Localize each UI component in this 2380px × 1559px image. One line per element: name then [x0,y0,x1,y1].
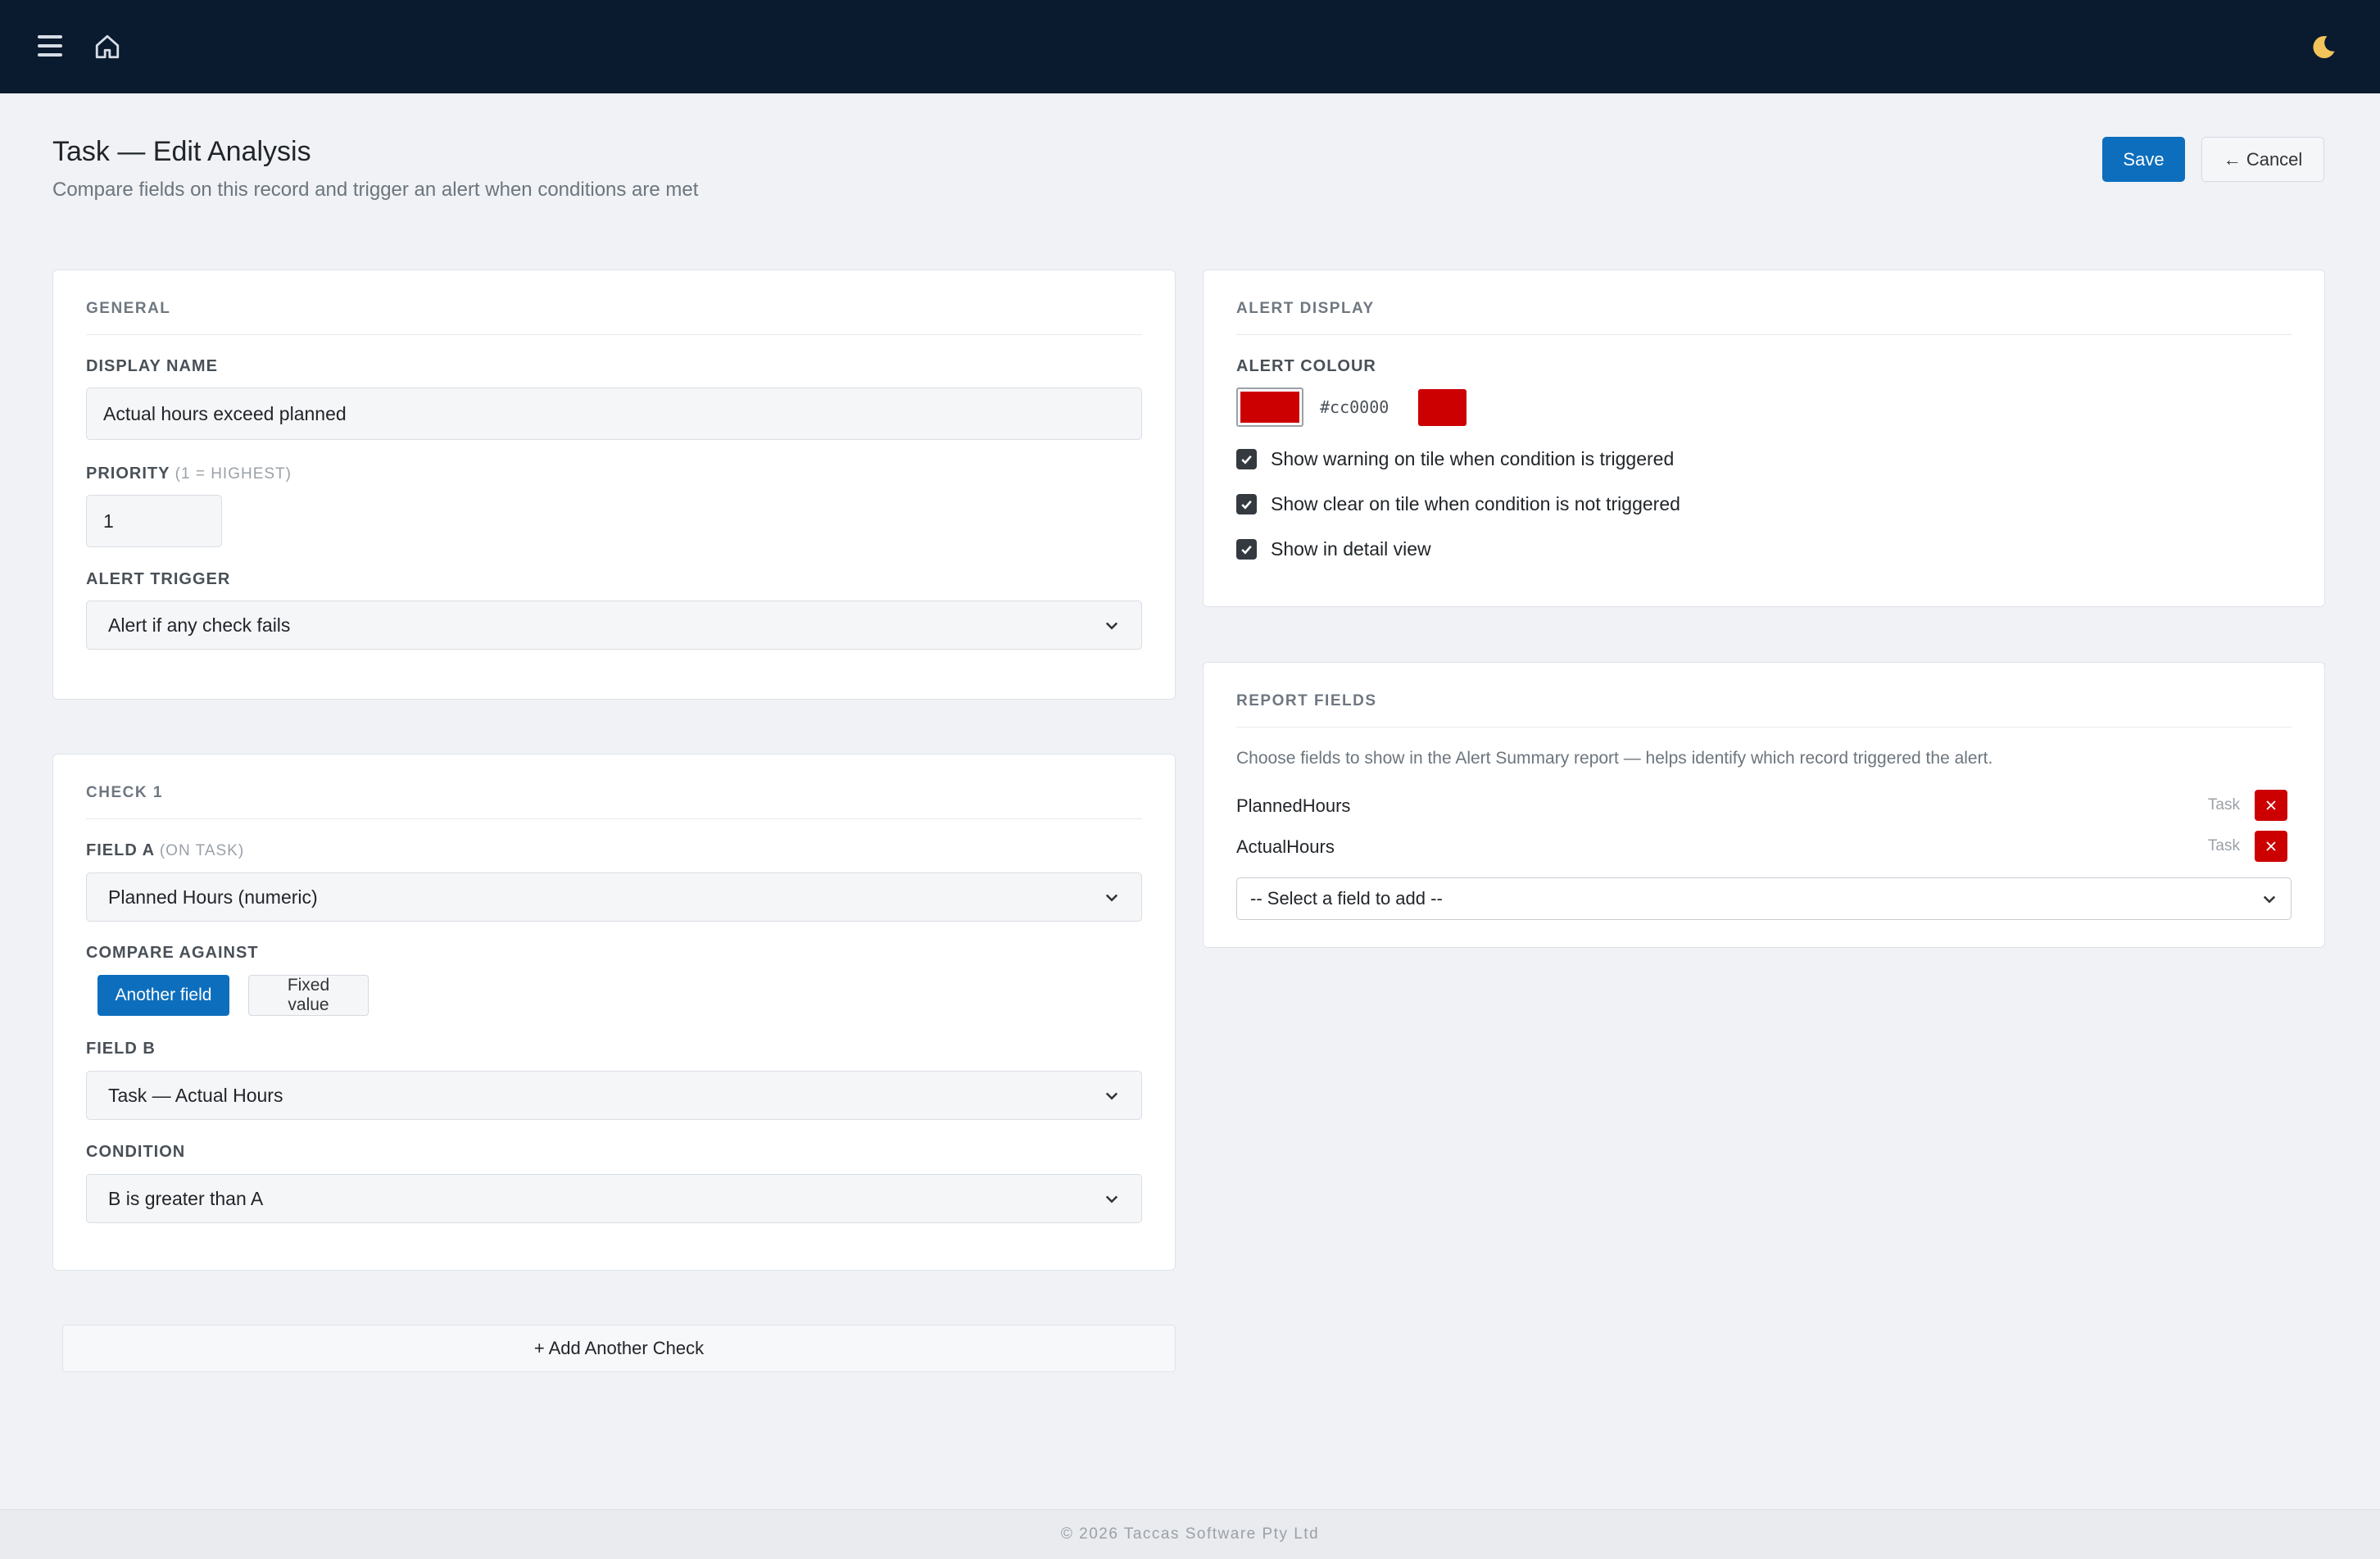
show-warning-label: Show warning on tile when condition is t… [1271,448,1675,469]
priority-input[interactable] [86,495,222,547]
close-icon [2266,800,2276,810]
cancel-button[interactable]: ← Cancel [2201,137,2324,182]
compare-another-field-button[interactable]: Another field [97,975,229,1016]
report-field-name: PlannedHours [1236,795,1351,816]
close-icon [2266,841,2276,851]
field-b-label: FIELD B [86,1040,156,1058]
priority-label: PRIORITY (1 = HIGHEST) [86,465,292,483]
hamburger-menu-icon[interactable] [36,32,64,60]
show-detail-label: Show in detail view [1271,538,1431,560]
report-fields-card: REPORT FIELDS Choose fields to show in t… [1203,662,2325,948]
alert-trigger-value: Alert if any check fails [108,614,291,636]
display-name-label: DISPLAY NAME [86,357,218,376]
moon-icon[interactable] [2309,33,2338,62]
report-field-row: ActualHours Task [1236,830,2287,863]
home-icon[interactable] [93,33,121,61]
show-warning-checkbox[interactable]: Show warning on tile when condition is t… [1236,448,1674,470]
compare-against-label: COMPARE AGAINST [86,944,259,963]
display-name-label-text: DISPLAY NAME [86,357,218,375]
remove-field-button[interactable] [2255,790,2287,821]
page-title: Task — Edit Analysis [52,136,311,167]
alert-trigger-select[interactable]: Alert if any check fails [86,600,1142,650]
top-navbar [0,0,2380,93]
check-1-card: CHECK 1 FIELD A (ON TASK) Planned Hours … [52,754,1176,1271]
field-a-label: FIELD A (ON TASK) [86,841,244,860]
condition-value: B is greater than A [108,1187,264,1209]
report-field-name: ActualHours [1236,836,1335,857]
report-field-row: PlannedHours Task [1236,789,2287,822]
priority-label-text: PRIORITY [86,465,170,483]
alert-colour-label-text: ALERT COLOUR [1236,357,1376,375]
checkbox-checked-icon[interactable] [1236,494,1257,514]
field-a-label-text: FIELD A [86,841,155,859]
chevron-down-icon [1105,1092,1118,1100]
add-report-field-placeholder: -- Select a field to add -- [1250,888,1443,909]
alert-display-section-title: ALERT DISPLAY [1236,300,2292,335]
check-1-section-title: CHECK 1 [86,784,1142,819]
alert-trigger-label: ALERT TRIGGER [86,570,230,589]
field-b-label-text: FIELD B [86,1040,156,1058]
field-b-value: Task — Actual Hours [108,1084,283,1106]
chevron-down-icon [2263,895,2276,904]
compare-against-label-text: COMPARE AGAINST [86,944,259,962]
chevron-down-icon [1105,622,1118,630]
show-clear-label: Show clear on tile when condition is not… [1271,493,1680,514]
condition-label-text: CONDITION [86,1143,186,1161]
show-clear-checkbox[interactable]: Show clear on tile when condition is not… [1236,493,1680,515]
report-fields-section-title: REPORT FIELDS [1236,692,2292,727]
footer-copyright: © 2026 Taccas Software Pty Ltd [1060,1525,1320,1543]
field-b-select[interactable]: Task — Actual Hours [86,1071,1142,1120]
field-a-hint: (ON TASK) [159,842,245,859]
field-a-select[interactable]: Planned Hours (numeric) [86,872,1142,922]
remove-field-button[interactable] [2255,831,2287,862]
checkbox-checked-icon[interactable] [1236,539,1257,560]
alert-colour-hex: #cc0000 [1320,397,1389,417]
checkbox-checked-icon[interactable] [1236,449,1257,469]
chevron-down-icon [1105,894,1118,902]
alert-colour-picker[interactable] [1236,387,1303,427]
compare-fixed-value-button[interactable]: Fixed value [248,975,369,1016]
page-subtitle: Compare fields on this record and trigge… [52,179,699,201]
alert-colour-preview [1418,389,1467,426]
chevron-down-icon [1105,1195,1118,1203]
general-section-title: GENERAL [86,300,1142,335]
condition-select[interactable]: B is greater than A [86,1174,1142,1223]
footer: © 2026 Taccas Software Pty Ltd [0,1509,2380,1559]
alert-colour-label: ALERT COLOUR [1236,357,1376,376]
priority-hint: (1 = HIGHEST) [175,465,292,483]
alert-display-card: ALERT DISPLAY ALERT COLOUR #cc0000 Show … [1203,270,2325,607]
display-name-input[interactable] [86,387,1142,440]
general-card: GENERAL DISPLAY NAME PRIORITY (1 = HIGHE… [52,270,1176,700]
save-button[interactable]: Save [2102,137,2185,182]
report-field-entity: Task [2207,837,2240,854]
alert-trigger-label-text: ALERT TRIGGER [86,570,231,588]
condition-label: CONDITION [86,1143,185,1162]
report-field-entity: Task [2207,796,2240,813]
add-report-field-select[interactable]: -- Select a field to add -- [1236,877,2292,920]
report-fields-description: Choose fields to show in the Alert Summa… [1236,749,1993,768]
field-a-value: Planned Hours (numeric) [108,886,318,908]
add-another-check-button[interactable]: + Add Another Check [62,1325,1176,1372]
show-detail-checkbox[interactable]: Show in detail view [1236,538,1431,560]
